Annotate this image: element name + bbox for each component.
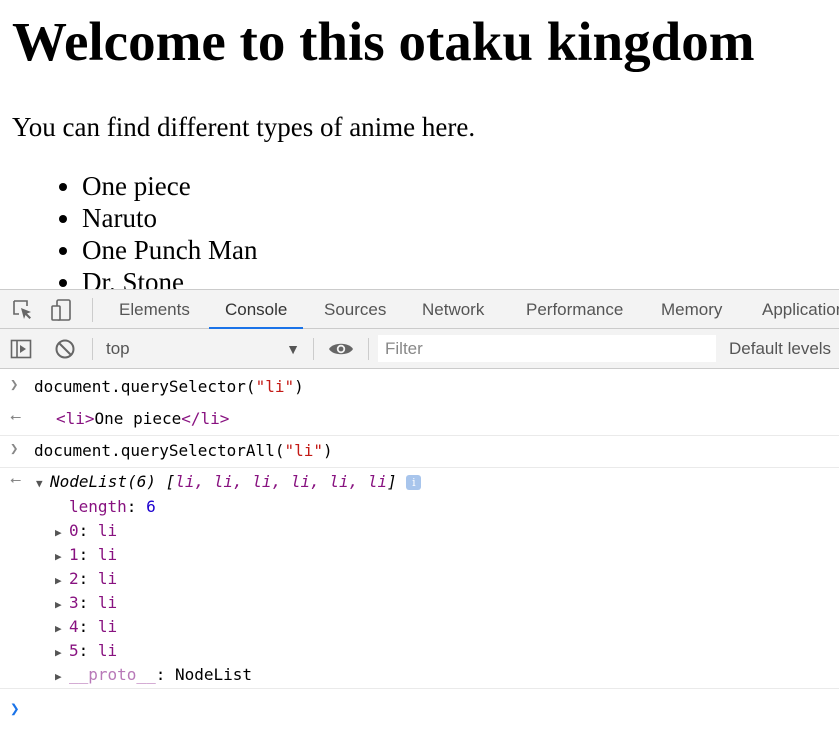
entry-key: 3 bbox=[69, 593, 79, 612]
devtools-tab-bar: Elements Console Sources Network Perform… bbox=[0, 289, 839, 329]
console-divider bbox=[0, 688, 839, 689]
property-sep: : bbox=[126, 497, 147, 516]
result-arrow-icon: ⭠ bbox=[10, 472, 22, 488]
input-chevron-icon: ❯ bbox=[10, 377, 19, 393]
console-divider bbox=[0, 435, 839, 436]
entry-key: 2 bbox=[69, 569, 79, 588]
page-heading: Welcome to this otaku kingdom bbox=[12, 11, 755, 72]
entry-key: 4 bbox=[69, 617, 79, 636]
entry-value: li bbox=[97, 569, 118, 588]
prompt-chevron-icon: ❯ bbox=[10, 699, 20, 718]
page-viewport: Welcome to this otaku kingdom You can fi… bbox=[0, 0, 839, 289]
entry-value: li bbox=[97, 521, 118, 540]
console-toolbar: top ▼ Default levels bbox=[0, 329, 839, 369]
toolbar-divider bbox=[92, 338, 93, 360]
entry-value: li bbox=[97, 593, 118, 612]
input-chevron-icon: ❯ bbox=[10, 441, 19, 457]
clear-console-icon[interactable] bbox=[54, 338, 76, 360]
close-tag: </li> bbox=[181, 409, 230, 428]
property-key: length bbox=[69, 497, 127, 516]
sidebar-toggle-icon[interactable] bbox=[10, 338, 32, 360]
info-icon[interactable]: i bbox=[406, 475, 422, 490]
open-tag: <li> bbox=[56, 409, 95, 428]
result-arrow-icon: ⭠ bbox=[10, 409, 22, 425]
anime-list-item: Dr. Stone bbox=[82, 266, 257, 289]
nodelist-entry-content[interactable]: ▶ 4: li bbox=[55, 617, 117, 636]
length-property: length: 6 bbox=[69, 497, 156, 516]
tab-sources[interactable]: Sources bbox=[324, 290, 386, 329]
entry-key: 0 bbox=[69, 521, 79, 540]
filter-input[interactable] bbox=[378, 335, 716, 362]
devtools-panel: Elements Console Sources Network Perform… bbox=[0, 289, 839, 745]
nodelist-proto-content[interactable]: ▶ __proto__: NodeList bbox=[55, 665, 252, 684]
toolbar-divider bbox=[368, 338, 369, 360]
collapsed-triangle-icon[interactable]: ▶ bbox=[55, 670, 69, 683]
collapsed-triangle-icon[interactable]: ▶ bbox=[55, 550, 69, 563]
toolbar-divider bbox=[313, 338, 314, 360]
command-arg: "li" bbox=[284, 441, 323, 460]
nodelist-summary[interactable]: ▼ NodeList(6) [li, li, li, li, li, li] i bbox=[36, 472, 422, 491]
entry-key: 1 bbox=[69, 545, 79, 564]
toolbar-divider bbox=[92, 298, 93, 322]
command-text: document.querySelector( bbox=[34, 377, 256, 396]
collapsed-triangle-icon[interactable]: ▶ bbox=[55, 598, 69, 611]
entry-value: li bbox=[97, 617, 118, 636]
inspect-element-icon[interactable] bbox=[12, 299, 34, 321]
nodelist-entry-content[interactable]: ▶ 5: li bbox=[55, 641, 117, 660]
context-selector[interactable]: top ▼ bbox=[106, 338, 302, 360]
anime-list: One piece Naruto One Punch Man Dr. Stone bbox=[42, 170, 257, 289]
nodelist-entry-content[interactable]: ▶ 0: li bbox=[55, 521, 117, 540]
nodelist-type: NodeList(6) [ bbox=[50, 472, 176, 491]
tab-elements[interactable]: Elements bbox=[119, 290, 190, 329]
nodelist-items: li, li, li, li, li, li bbox=[175, 472, 388, 491]
entry-value: li bbox=[97, 641, 118, 660]
command-close: ) bbox=[294, 377, 304, 396]
collapsed-triangle-icon[interactable]: ▶ bbox=[55, 574, 69, 587]
property-value: 6 bbox=[146, 497, 156, 516]
command-close: ) bbox=[322, 441, 333, 460]
entry-value: li bbox=[97, 545, 118, 564]
anime-list-item: One piece bbox=[82, 170, 257, 202]
context-selector-value: top bbox=[106, 339, 130, 358]
proto-value: NodeList bbox=[174, 665, 253, 684]
anime-list-item: Naruto bbox=[82, 202, 257, 234]
console-divider bbox=[0, 467, 839, 468]
entry-key: 5 bbox=[69, 641, 79, 660]
proto-sep: : bbox=[155, 665, 175, 684]
log-levels-dropdown[interactable]: Default levels bbox=[729, 338, 831, 360]
tab-application[interactable]: Application bbox=[762, 290, 839, 329]
nodelist-entry-content[interactable]: ▶ 2: li bbox=[55, 569, 117, 588]
collapsed-triangle-icon[interactable]: ▶ bbox=[55, 622, 69, 635]
collapsed-triangle-icon[interactable]: ▶ bbox=[55, 526, 69, 539]
command-arg: "li" bbox=[255, 377, 295, 396]
element-text: One piece bbox=[94, 409, 182, 428]
console-output[interactable]: ❯ document.querySelector("li") ⭠ <li>One… bbox=[0, 369, 839, 745]
eye-icon[interactable] bbox=[328, 338, 353, 360]
dropdown-caret-icon: ▼ bbox=[286, 341, 300, 357]
console-command: document.querySelectorAll("li") bbox=[34, 441, 333, 460]
tab-memory[interactable]: Memory bbox=[661, 290, 722, 329]
tab-performance[interactable]: Performance bbox=[526, 290, 623, 329]
nodelist-close: ] bbox=[387, 472, 397, 491]
page-intro: You can find different types of anime he… bbox=[12, 112, 476, 142]
console-command: document.querySelector("li") bbox=[34, 377, 304, 396]
proto-key: __proto__ bbox=[69, 665, 156, 684]
result-element[interactable]: <li>One piece</li> bbox=[56, 409, 229, 428]
tab-network[interactable]: Network bbox=[422, 290, 484, 329]
tab-console[interactable]: Console bbox=[209, 290, 304, 329]
device-toggle-icon[interactable] bbox=[51, 299, 73, 321]
nodelist-entry-content[interactable]: ▶ 3: li bbox=[55, 593, 117, 612]
anime-list-item: One Punch Man bbox=[82, 234, 257, 266]
expanded-triangle-icon[interactable]: ▼ bbox=[36, 477, 50, 490]
collapsed-triangle-icon[interactable]: ▶ bbox=[55, 646, 69, 659]
command-text: document.querySelectorAll( bbox=[34, 441, 285, 460]
nodelist-entry-content[interactable]: ▶ 1: li bbox=[55, 545, 117, 564]
